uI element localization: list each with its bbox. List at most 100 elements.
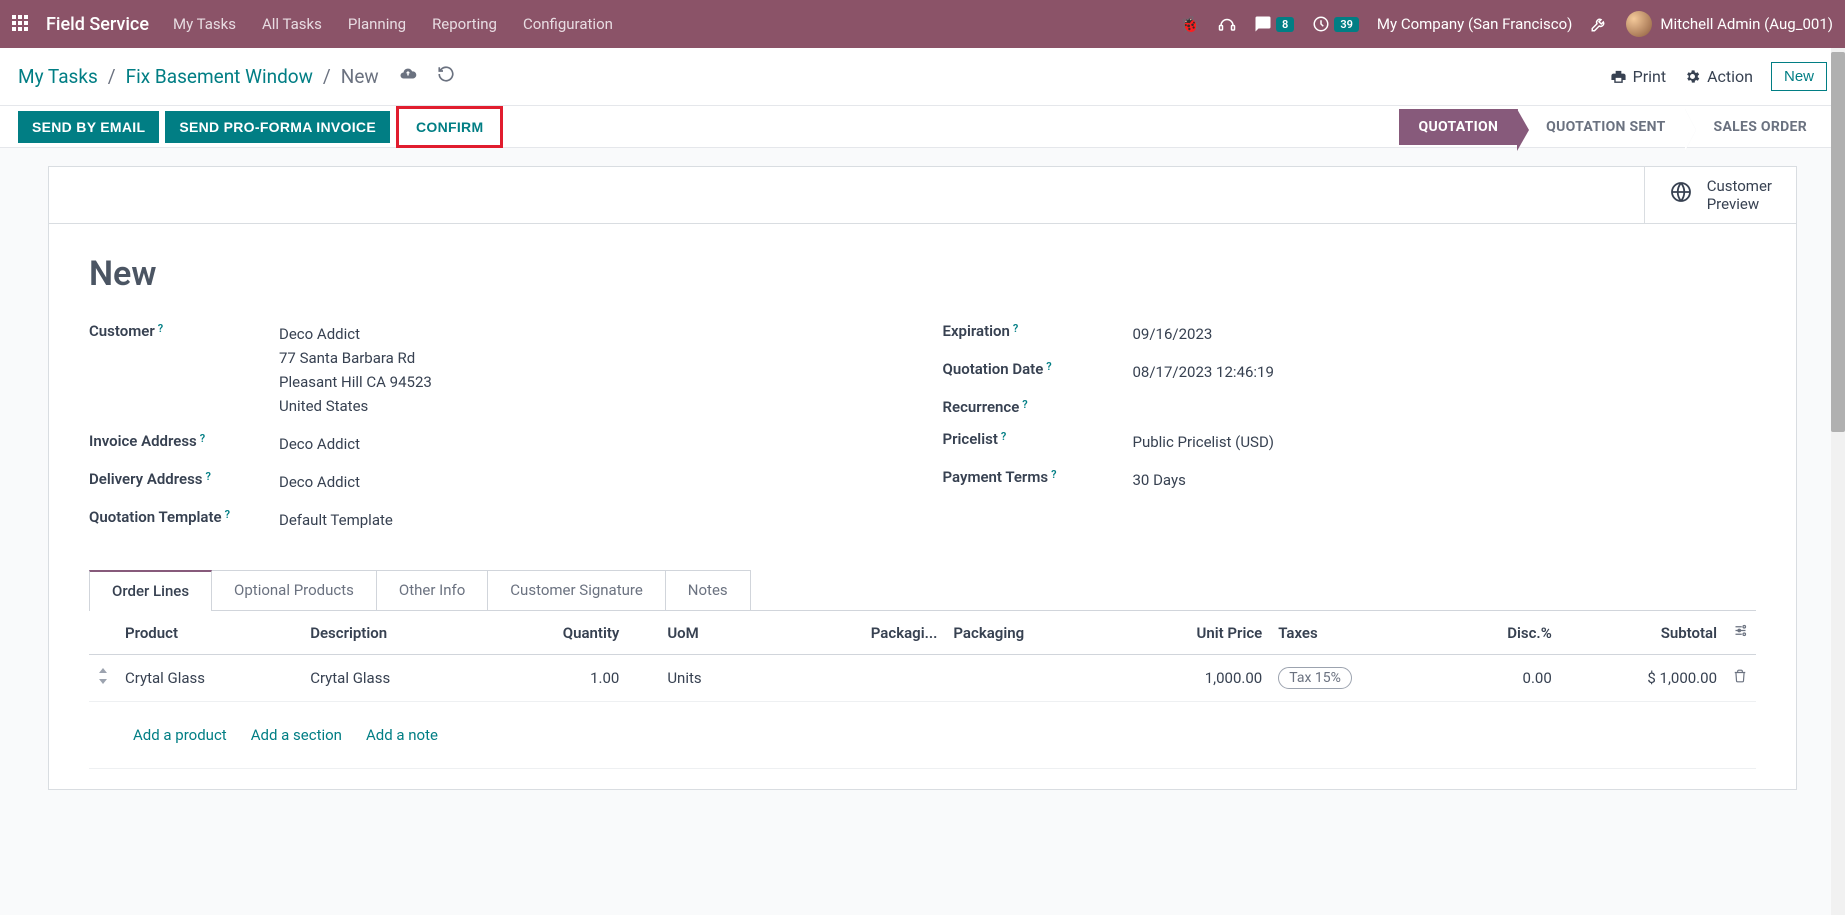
add-product-link[interactable]: Add a product [133, 726, 227, 744]
help-icon[interactable]: ? [1013, 322, 1018, 335]
expiration-value[interactable]: 09/16/2023 [1133, 322, 1757, 346]
activities-icon[interactable]: 39 [1312, 15, 1359, 33]
action-bar: SEND BY EMAIL SEND PRO-FORMA INVOICE CON… [0, 106, 1845, 148]
th-uom: UoM [627, 611, 786, 655]
cell-unit-price[interactable]: 1,000.00 [1113, 655, 1271, 702]
customer-preview-button[interactable]: Customer Preview [1644, 167, 1796, 223]
cell-taxes[interactable]: Tax 15% [1270, 655, 1443, 702]
help-icon[interactable]: ? [1001, 430, 1006, 443]
confirm-button[interactable]: CONFIRM [402, 111, 497, 143]
tab-notes[interactable]: Notes [665, 570, 751, 610]
activities-badge: 39 [1334, 17, 1359, 32]
cell-uom[interactable]: Units [627, 655, 786, 702]
scrollbar[interactable] [1831, 48, 1845, 915]
help-icon[interactable]: ? [1051, 468, 1056, 481]
cust-preview-l1: Customer [1707, 177, 1772, 195]
invoice-value[interactable]: Deco Addict [279, 432, 903, 456]
company-selector[interactable]: My Company (San Francisco) [1377, 15, 1572, 33]
send-email-button[interactable]: SEND BY EMAIL [18, 111, 159, 143]
breadcrumb-sep: / [108, 65, 116, 88]
status-bar: QUOTATION QUOTATION SENT SALES ORDER [1399, 109, 1827, 145]
th-product: Product [117, 611, 302, 655]
template-value[interactable]: Default Template [279, 508, 903, 532]
pricelist-label: Pricelist [943, 430, 998, 448]
pricelist-value[interactable]: Public Pricelist (USD) [1133, 430, 1757, 454]
drag-handle-icon[interactable] [89, 655, 117, 702]
customer-name: Deco Addict [279, 322, 903, 346]
th-packaging: Packaging [945, 611, 1112, 655]
app-brand[interactable]: Field Service [46, 14, 149, 35]
support-icon[interactable] [1218, 15, 1236, 33]
cloud-save-icon[interactable] [399, 65, 417, 88]
quotation-date-value[interactable]: 08/17/2023 12:46:19 [1133, 360, 1757, 384]
tab-optional-products[interactable]: Optional Products [211, 570, 377, 610]
add-section-link[interactable]: Add a section [251, 726, 342, 744]
help-icon[interactable]: ? [1046, 360, 1051, 373]
expiration-label: Expiration [943, 322, 1010, 340]
help-icon[interactable]: ? [206, 470, 211, 483]
user-name: Mitchell Admin (Aug_001) [1660, 15, 1833, 33]
help-icon[interactable]: ? [200, 432, 205, 445]
globe-icon [1669, 180, 1693, 210]
confirm-highlight: CONFIRM [396, 106, 503, 148]
help-icon[interactable]: ? [225, 508, 230, 521]
customer-country: United States [279, 394, 903, 418]
tab-order-lines[interactable]: Order Lines [89, 570, 212, 610]
user-menu[interactable]: Mitchell Admin (Aug_001) [1626, 11, 1833, 37]
order-lines-table: Product Description Quantity UoM Packagi… [89, 611, 1756, 769]
payment-terms-value[interactable]: 30 Days [1133, 468, 1757, 492]
print-button[interactable]: Print [1610, 67, 1666, 86]
action-button[interactable]: Action [1684, 67, 1753, 86]
cell-product[interactable]: Crytal Glass [117, 655, 302, 702]
nav-menu: My Tasks All Tasks Planning Reporting Co… [173, 15, 613, 33]
nav-my-tasks[interactable]: My Tasks [173, 15, 236, 33]
invoice-label: Invoice Address [89, 432, 197, 450]
delivery-label: Delivery Address [89, 470, 203, 488]
nav-configuration[interactable]: Configuration [523, 15, 613, 33]
tab-other-info[interactable]: Other Info [376, 570, 488, 610]
send-proforma-button[interactable]: SEND PRO-FORMA INVOICE [165, 111, 390, 143]
help-icon[interactable]: ? [1022, 398, 1027, 411]
breadcrumb-task[interactable]: Fix Basement Window [126, 65, 313, 88]
messages-icon[interactable]: 8 [1254, 15, 1294, 33]
delivery-value[interactable]: Deco Addict [279, 470, 903, 494]
status-quotation[interactable]: QUOTATION [1399, 109, 1519, 145]
tax-chip: Tax 15% [1278, 667, 1352, 689]
table-row[interactable]: Crytal Glass Crytal Glass 1.00 Units 1,0… [89, 655, 1756, 702]
help-icon[interactable]: ? [158, 322, 163, 335]
th-subtotal: Subtotal [1560, 611, 1725, 655]
breadcrumb-sep: / [323, 65, 331, 88]
th-quantity: Quantity [487, 611, 627, 655]
avatar [1626, 11, 1652, 37]
nav-reporting[interactable]: Reporting [432, 15, 497, 33]
new-button[interactable]: New [1771, 62, 1827, 91]
record-title[interactable]: New [89, 254, 1756, 294]
cell-packagi[interactable] [786, 655, 945, 702]
customer-value[interactable]: Deco Addict 77 Santa Barbara Rd Pleasant… [279, 322, 903, 418]
th-taxes: Taxes [1270, 611, 1443, 655]
customer-addr2: Pleasant Hill CA 94523 [279, 370, 903, 394]
cell-disc[interactable]: 0.00 [1443, 655, 1560, 702]
add-note-link[interactable]: Add a note [366, 726, 438, 744]
columns-settings-icon[interactable] [1725, 611, 1756, 655]
cell-quantity[interactable]: 1.00 [487, 655, 627, 702]
nav-planning[interactable]: Planning [348, 15, 406, 33]
discard-icon[interactable] [437, 65, 455, 88]
breadcrumb-my-tasks[interactable]: My Tasks [18, 65, 98, 88]
cust-preview-l2: Preview [1707, 195, 1772, 213]
delete-row-icon[interactable] [1725, 655, 1756, 702]
cell-description[interactable]: Crytal Glass [302, 655, 487, 702]
status-sales-order[interactable]: SALES ORDER [1686, 109, 1827, 145]
nav-all-tasks[interactable]: All Tasks [262, 15, 322, 33]
messages-badge: 8 [1276, 17, 1294, 32]
status-quotation-sent[interactable]: QUOTATION SENT [1518, 109, 1685, 145]
tools-icon[interactable] [1590, 15, 1608, 33]
apps-icon[interactable] [12, 15, 30, 33]
customer-label: Customer [89, 322, 155, 340]
th-disc: Disc.% [1443, 611, 1560, 655]
print-label: Print [1633, 67, 1666, 86]
customer-addr1: 77 Santa Barbara Rd [279, 346, 903, 370]
cell-packaging[interactable] [945, 655, 1112, 702]
tab-customer-signature[interactable]: Customer Signature [487, 570, 666, 610]
debug-icon[interactable]: 🐞 [1180, 15, 1200, 34]
